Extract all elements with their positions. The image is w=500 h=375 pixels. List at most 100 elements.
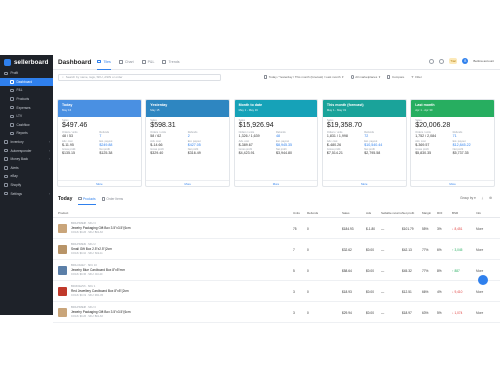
column-header[interactable]: Margin	[422, 211, 431, 215]
sidebar-item[interactable]: P&L	[0, 86, 53, 95]
sidebar-item-label: Shopify	[10, 183, 22, 188]
product-name[interactable]: Jewelry Packaging Gift Box 3.5"x3.5"(6cm	[71, 226, 131, 230]
more-link[interactable]: More	[322, 180, 406, 186]
sidebar-item[interactable]: LTV	[0, 112, 53, 121]
card-title: This month (forecast)	[326, 103, 364, 107]
table-row[interactable]: B00ZOE2V6 · SKU 1 Red Jewellery Cardboard…	[53, 282, 500, 302]
sidebar-item-label: Reports	[16, 131, 28, 136]
cell-margin: 77%	[422, 269, 429, 273]
filter-button[interactable]: ⏷ Filter	[409, 74, 424, 81]
table-row[interactable]: B00LUIIAEY · SKU 10 Jewelry Blue Cardboar…	[53, 261, 500, 281]
chat-button[interactable]	[478, 275, 488, 285]
group-by-button[interactable]: Group by ▾	[460, 196, 476, 200]
sidebar-item[interactable]: Settings ›	[0, 189, 53, 198]
gross-value: $7,514.21	[326, 151, 343, 155]
compare-button[interactable]: Compare	[385, 74, 406, 81]
product-name[interactable]: Jewelry Blue Cardboard Box 8"x5"mm	[71, 268, 125, 272]
user-name[interactable]: Bettina account	[473, 59, 494, 63]
metric-pair: Adv. cost $-369.57 Est. payout $12,845.22	[415, 140, 490, 147]
tab-label: Tiles	[103, 59, 111, 64]
sidebar-icon	[4, 148, 8, 153]
payout-value: $10,540.44	[364, 142, 383, 147]
column-header[interactable]: Product	[58, 211, 68, 215]
tab-view[interactable]: Tiles	[97, 55, 111, 70]
logo[interactable]: sellerboard	[0, 55, 53, 69]
product-name[interactable]: Small Gift Box 2.5"x2.5"(2cm	[71, 247, 112, 251]
column-header[interactable]: Refunds	[307, 211, 318, 215]
cell-roi: 8%	[437, 269, 442, 273]
card-date: Apr 1 - Apr 30	[415, 108, 433, 112]
notifications-icon[interactable]	[438, 58, 444, 64]
column-header[interactable]: Ads	[366, 211, 371, 215]
sidebar-item[interactable]: Products	[0, 95, 53, 104]
table-row[interactable]: B00LPK8EI8 · SKU 3 Jewelry Packaging Gift…	[53, 303, 500, 323]
metric-net: Net profit $5,737.35	[453, 148, 490, 155]
trial-badge[interactable]: Trial	[448, 58, 458, 64]
column-header[interactable]: Net profit	[402, 211, 414, 215]
sidebar-item[interactable]: eBay	[0, 172, 53, 181]
section-tab-label: Order Items	[106, 197, 124, 201]
sidebar-item[interactable]: Money Back ›	[0, 155, 53, 164]
table-row[interactable]: B00LPK8EI8 · SKU 3 Jewelry Packaging Gift…	[53, 219, 500, 239]
card-title: Month to date	[238, 103, 263, 107]
more-link[interactable]: More	[234, 180, 318, 186]
column-header[interactable]: Units	[293, 211, 300, 215]
sidebar-item[interactable]: Expenses	[0, 103, 53, 112]
sidebar-item[interactable]: Dashboard	[0, 77, 53, 87]
download-icon[interactable]: ⤓	[482, 196, 483, 200]
metric-pair: Gross profit $4,423.91 Net profit $3,944.80	[239, 148, 314, 155]
sidebar-item[interactable]: Shopify	[0, 181, 53, 190]
avatar[interactable]: B	[462, 58, 469, 64]
product-asin: B00LPK8EI9 · SKU 2	[71, 242, 96, 246]
chevron-right-icon: ›	[48, 148, 50, 153]
table-row[interactable]: B00LPK8EI9 · SKU 2 Small Gift Box 2.5"x2.…	[53, 240, 500, 260]
more-link[interactable]: More	[58, 180, 141, 186]
card-title: Today	[62, 103, 73, 107]
product-name[interactable]: Red Jewellery Cardboard Box 8"x5"(2cm	[71, 289, 129, 293]
cell-info[interactable]: More	[476, 227, 483, 231]
sidebar-icon	[4, 183, 8, 187]
product-name[interactable]: Jewelry Packaging Gift Box 3.5"x3.5"(6cm	[71, 310, 131, 314]
metric-payout: Est. payout $10,540.44	[364, 140, 401, 147]
column-header[interactable]: ROI	[437, 211, 442, 215]
sidebar-item[interactable]: Reports	[0, 129, 53, 138]
section-tab[interactable]: Order Items	[101, 193, 124, 205]
tab-view[interactable]: Chart	[118, 55, 134, 70]
cell-info[interactable]: More	[476, 269, 483, 273]
column-header[interactable]: Sales	[342, 211, 350, 215]
period-selector[interactable]: Today / Yesterday / This month (forecast…	[262, 74, 346, 81]
cell-info[interactable]: More	[476, 248, 483, 252]
payout-value: $427.05	[187, 142, 201, 147]
sidebar-item[interactable]: Profit	[0, 69, 53, 78]
column-header[interactable]: BSR	[452, 211, 458, 215]
cell-info[interactable]: More	[476, 290, 483, 294]
cell-info[interactable]: More	[476, 311, 483, 315]
metric-refunds: Refunds 2	[188, 131, 225, 138]
sidebar-item[interactable]: Cashflow	[0, 121, 53, 130]
column-header[interactable]: Sellable returns	[381, 211, 402, 215]
sidebar-item[interactable]: Inventory ›	[0, 138, 53, 147]
cell-units: 7	[293, 248, 295, 252]
logo-text: sellerboard	[14, 58, 49, 66]
search-input[interactable]: ⌕ Search by name, tags, SKU, ASIN or ord…	[58, 73, 221, 81]
cell-sales: $29.94	[342, 311, 352, 315]
marketplace-selector[interactable]: All marketplaces ▾	[349, 74, 383, 81]
section-tab[interactable]: Products	[78, 193, 96, 205]
more-link[interactable]: More	[411, 180, 494, 186]
tab-view[interactable]: P&L	[141, 55, 154, 70]
sidebar-item[interactable]: Autoresponder ›	[0, 146, 53, 155]
more-link[interactable]: More	[146, 180, 230, 186]
help-icon[interactable]	[428, 58, 434, 64]
sidebar-item-label: Autoresponder	[10, 148, 32, 153]
column-header[interactable]: Info	[476, 211, 481, 215]
metric-adv: Adv. cost $-389.67	[239, 140, 276, 147]
settings-icon[interactable]: ⚙	[489, 196, 492, 200]
net-value: $316.49	[187, 151, 201, 155]
view-icon	[162, 60, 167, 64]
sidebar-item[interactable]: Alerts	[0, 164, 53, 173]
net-value: $5,737.35	[452, 151, 469, 155]
search-placeholder: Search by name, tags, SKU, ASIN or order	[65, 75, 123, 79]
tab-view[interactable]: Trends	[162, 55, 180, 70]
card-date: May 1 - May 31	[326, 108, 347, 112]
chevron-right-icon: ›	[48, 157, 50, 162]
